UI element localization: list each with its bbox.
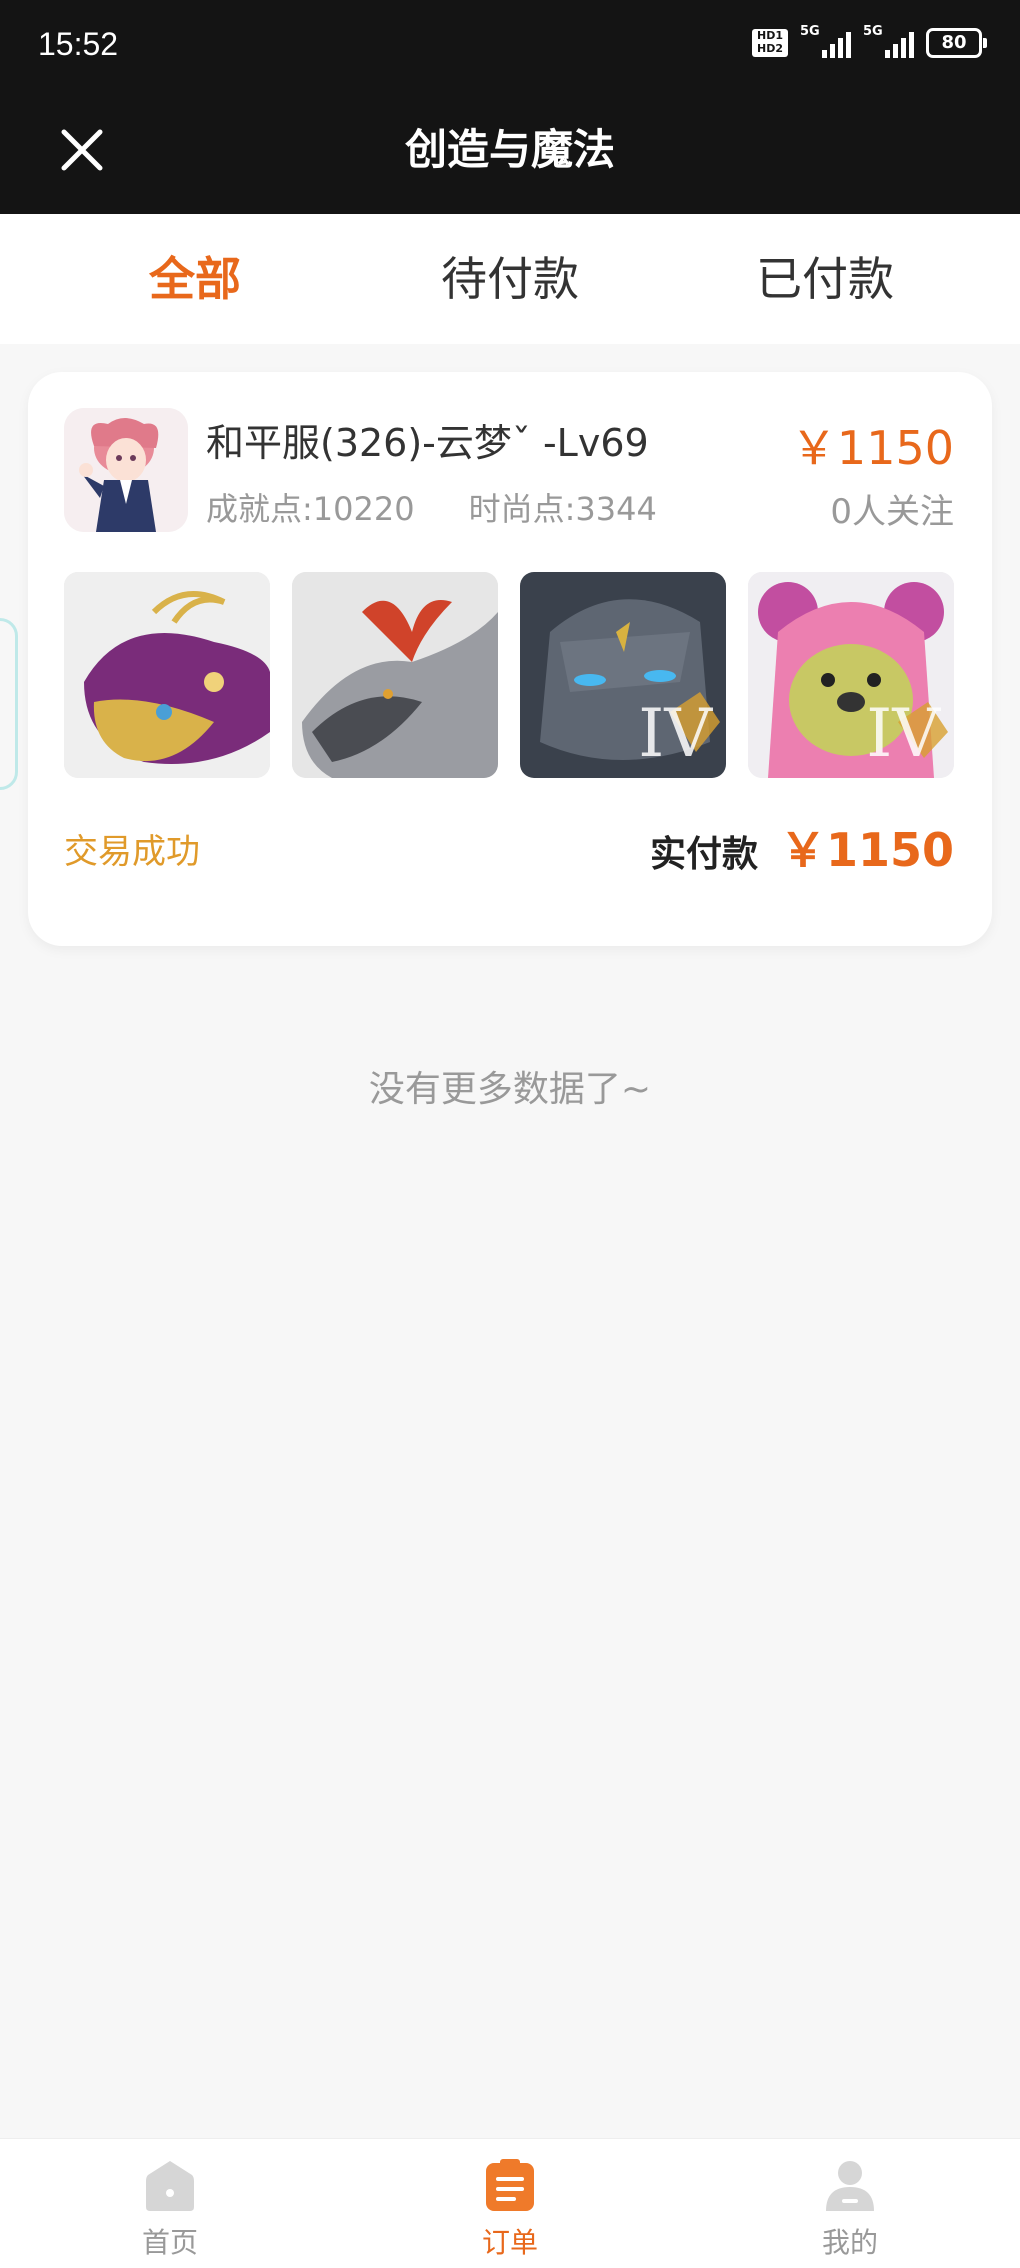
achievement-points: 成就点:10220 xyxy=(206,490,415,528)
signal-label-2: 5G xyxy=(863,24,883,39)
order-tabs: 全部 待付款 已付款 xyxy=(0,214,1020,344)
paid-amount: ￥1150 xyxy=(779,823,954,877)
end-of-list-text: 没有更多数据了~ xyxy=(368,1069,652,1110)
page-title: 创造与魔法 xyxy=(404,125,615,174)
tier-badge: IV xyxy=(638,695,712,772)
tabbar-home-label: 首页 xyxy=(141,2226,198,2259)
nav-bar: 创造与魔法 xyxy=(0,92,1020,214)
floating-handle[interactable] xyxy=(0,618,18,790)
product-title: 和平服(326)-云梦ˇ -Lv69 xyxy=(206,421,649,465)
bottom-tabbar: 首页 订单 我的 xyxy=(0,2138,1020,2268)
product-stats: 成就点:10220 时尚点:3344 xyxy=(206,484,657,530)
tabbar-orders-label: 订单 xyxy=(481,2226,538,2259)
order-card[interactable]: 和平服(326)-云梦ˇ -Lv69 成就点:10220 时尚点:3344 ￥11… xyxy=(28,372,992,946)
status-icons: HD1 HD2 5G 5G 80 xyxy=(752,24,987,58)
character-avatar xyxy=(64,408,188,532)
paid-label: 实付款 xyxy=(649,834,758,875)
tab-all[interactable]: 全部 xyxy=(25,214,365,344)
hd-icon: HD1 HD2 xyxy=(752,29,788,57)
tabbar-profile[interactable]: 我的 xyxy=(680,2139,1020,2268)
tab-paid[interactable]: 已付款 xyxy=(655,214,995,344)
follower-count: 0人关注 xyxy=(830,492,954,532)
item-thumb-golden-fish[interactable] xyxy=(64,572,270,778)
paid-row: 实付款 ￥1150 xyxy=(650,814,954,880)
item-thumb-pink-bear[interactable]: IV xyxy=(748,572,954,778)
item-thumb-stone-golem[interactable]: IV xyxy=(520,572,726,778)
trade-status: 交易成功 xyxy=(64,832,200,872)
order-icon xyxy=(486,2159,534,2211)
tier-badge: IV xyxy=(866,695,940,772)
signal-icon-2: 5G xyxy=(863,24,914,58)
tabbar-home[interactable]: 首页 xyxy=(0,2139,340,2268)
signal-icon: 5G xyxy=(800,24,851,58)
item-thumb-dragon[interactable] xyxy=(292,572,498,778)
fashion-points: 时尚点:3344 xyxy=(468,490,657,528)
tab-pending-payment[interactable]: 待付款 xyxy=(340,214,680,344)
profile-icon xyxy=(826,2161,874,2211)
tabbar-orders[interactable]: 订单 xyxy=(340,2139,680,2268)
item-thumbnails: IV IV xyxy=(64,572,954,778)
home-icon xyxy=(146,2161,194,2211)
signal-label: 5G xyxy=(800,24,820,39)
battery-icon: 80 xyxy=(926,28,987,58)
tabbar-profile-label: 我的 xyxy=(821,2226,878,2259)
status-time: 15:52 xyxy=(38,26,119,62)
status-bar: 15:52 HD1 HD2 5G 5G 80 xyxy=(0,0,1020,92)
order-price: ￥1150 xyxy=(790,421,954,475)
